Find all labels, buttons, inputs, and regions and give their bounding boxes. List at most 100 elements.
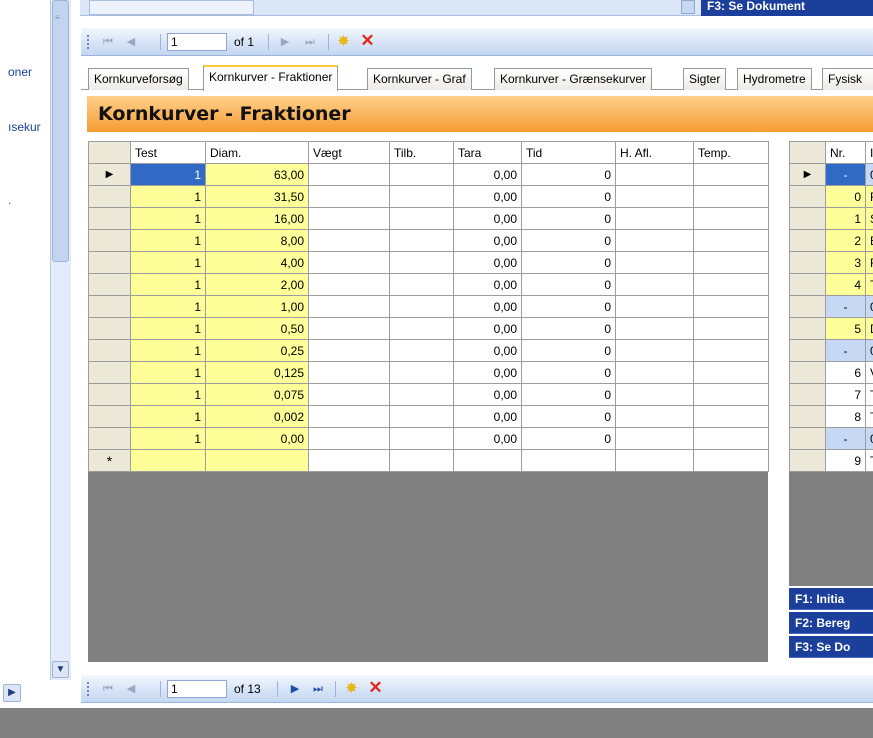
table-row[interactable]: -0 — [789, 339, 873, 362]
row-header[interactable] — [789, 295, 826, 318]
delete-icon[interactable]: ✕ — [367, 679, 384, 697]
new-row-cell[interactable] — [205, 449, 309, 472]
cell-nr[interactable]: 8 — [825, 405, 866, 428]
cell-tara[interactable]: 0,00 — [453, 317, 522, 340]
column-header-nr[interactable]: Nr. — [825, 141, 866, 164]
sidebar-item-2[interactable]: ısekur — [8, 120, 41, 134]
cell-temp[interactable] — [693, 405, 769, 428]
cell-temp[interactable] — [693, 273, 769, 296]
table-row[interactable]: 1 16,00 0,00 0 — [88, 207, 769, 230]
cell-vægt[interactable] — [308, 361, 390, 384]
cell-tilb[interactable] — [389, 251, 454, 274]
cell-nr[interactable]: 0 — [825, 185, 866, 208]
cell-tilb[interactable] — [389, 405, 454, 428]
cell-tid[interactable]: 0 — [521, 383, 616, 406]
cell-tara[interactable]: 0,00 — [453, 207, 522, 230]
cell-i[interactable]: F — [865, 251, 873, 274]
move-next-icon[interactable]: ▶ — [287, 681, 303, 697]
table-row[interactable]: 1 0,25 0,00 0 — [88, 339, 769, 362]
column-header-i[interactable]: I — [865, 141, 873, 164]
row-header[interactable] — [789, 449, 826, 472]
table-row[interactable]: 0F — [789, 185, 873, 208]
cell-test[interactable]: 1 — [130, 273, 206, 296]
row-header[interactable] — [88, 317, 131, 340]
cell-i[interactable]: T — [865, 405, 873, 428]
cell-h-afl[interactable] — [615, 163, 694, 186]
cell-tid[interactable]: 0 — [521, 295, 616, 318]
cell-test[interactable]: 1 — [130, 295, 206, 318]
cell-diam[interactable]: 0,125 — [205, 361, 309, 384]
cell-diam[interactable]: 8,00 — [205, 229, 309, 252]
cell-tara[interactable]: 0,00 — [453, 163, 522, 186]
cell-tara[interactable]: 0,00 — [453, 251, 522, 274]
cell-tara[interactable]: 0,00 — [453, 383, 522, 406]
row-header[interactable] — [789, 317, 826, 340]
table-row[interactable]: 1 0,125 0,00 0 — [88, 361, 769, 384]
cell-nr[interactable]: 5 — [825, 317, 866, 340]
table-row[interactable]: 1 4,00 0,00 0 — [88, 251, 769, 274]
table-row[interactable]: 5D — [789, 317, 873, 340]
cell-tara[interactable]: 0,00 — [453, 273, 522, 296]
cell-temp[interactable] — [693, 163, 769, 186]
cell-diam[interactable]: 0,00 — [205, 427, 309, 450]
cell-h-afl[interactable] — [615, 361, 694, 384]
cell-h-afl[interactable] — [615, 207, 694, 230]
cell-vægt[interactable] — [308, 163, 390, 186]
table-row[interactable]: 2E — [789, 229, 873, 252]
table-row[interactable]: 1 1,00 0,00 0 — [88, 295, 769, 318]
cell-vægt[interactable] — [308, 383, 390, 406]
table-row[interactable]: 6V — [789, 361, 873, 384]
cell-tilb[interactable] — [389, 229, 454, 252]
cell-tara[interactable]: 0,00 — [453, 361, 522, 384]
row-header[interactable] — [88, 361, 131, 384]
cell-i[interactable]: F — [865, 185, 873, 208]
cell-tara[interactable]: 0,00 — [453, 405, 522, 428]
move-last-icon[interactable]: ⏭ — [302, 34, 318, 50]
row-header[interactable] — [789, 251, 826, 274]
cell-tid[interactable]: 0 — [521, 317, 616, 340]
new-row-cell[interactable] — [389, 449, 454, 472]
row-header[interactable]: ▶ — [789, 163, 826, 186]
cell-tid[interactable]: 0 — [521, 361, 616, 384]
cell-test[interactable]: 1 — [130, 361, 206, 384]
tab-kornkurveforsog[interactable]: Kornkurveforsøg — [88, 68, 189, 90]
cell-test[interactable]: 1 — [130, 207, 206, 230]
cell-tara[interactable]: 0,00 — [453, 427, 522, 450]
column-header-vaegt[interactable]: Vægt — [308, 141, 390, 164]
column-header-test[interactable]: Test — [130, 141, 206, 164]
cell-tid[interactable]: 0 — [521, 427, 616, 450]
cell-i[interactable]: E — [865, 229, 873, 252]
tab-fysisk[interactable]: Fysisk — [822, 68, 873, 90]
cell-tara[interactable]: 0,00 — [453, 229, 522, 252]
column-header-h-afl[interactable]: H. Afl. — [615, 141, 694, 164]
cell-temp[interactable] — [693, 361, 769, 384]
cell-tilb[interactable] — [389, 273, 454, 296]
position-input[interactable]: 1 — [167, 33, 227, 51]
row-header[interactable] — [789, 427, 826, 450]
cell-temp[interactable] — [693, 295, 769, 318]
cell-tilb[interactable] — [389, 207, 454, 230]
add-new-icon[interactable]: ✸ — [335, 33, 352, 51]
row-header[interactable] — [88, 273, 131, 296]
row-header[interactable] — [789, 185, 826, 208]
cell-diam[interactable]: 2,00 — [205, 273, 309, 296]
cell-tilb[interactable] — [389, 361, 454, 384]
top-f3-button[interactable]: F3: Se Dokument — [701, 0, 873, 16]
cell-h-afl[interactable] — [615, 185, 694, 208]
cell-test[interactable]: 1 — [130, 339, 206, 362]
column-header-tara[interactable]: Tara — [453, 141, 522, 164]
cell-nr[interactable]: - — [825, 339, 866, 362]
cell-diam[interactable]: 0,50 — [205, 317, 309, 340]
cell-i[interactable]: S — [865, 207, 873, 230]
cell-nr[interactable]: 4 — [825, 273, 866, 296]
cell-test[interactable]: 1 — [130, 383, 206, 406]
cell-diam[interactable]: 1,00 — [205, 295, 309, 318]
table-row[interactable]: 1 0,00 0,00 0 — [88, 427, 769, 450]
cell-vægt[interactable] — [308, 405, 390, 428]
cell-tilb[interactable] — [389, 185, 454, 208]
new-row-icon[interactable]: * — [88, 449, 131, 472]
cell-i[interactable]: 0 — [865, 427, 873, 450]
cell-nr[interactable]: 1 — [825, 207, 866, 230]
cell-tara[interactable]: 0,00 — [453, 339, 522, 362]
cell-test[interactable]: 1 — [130, 427, 206, 450]
